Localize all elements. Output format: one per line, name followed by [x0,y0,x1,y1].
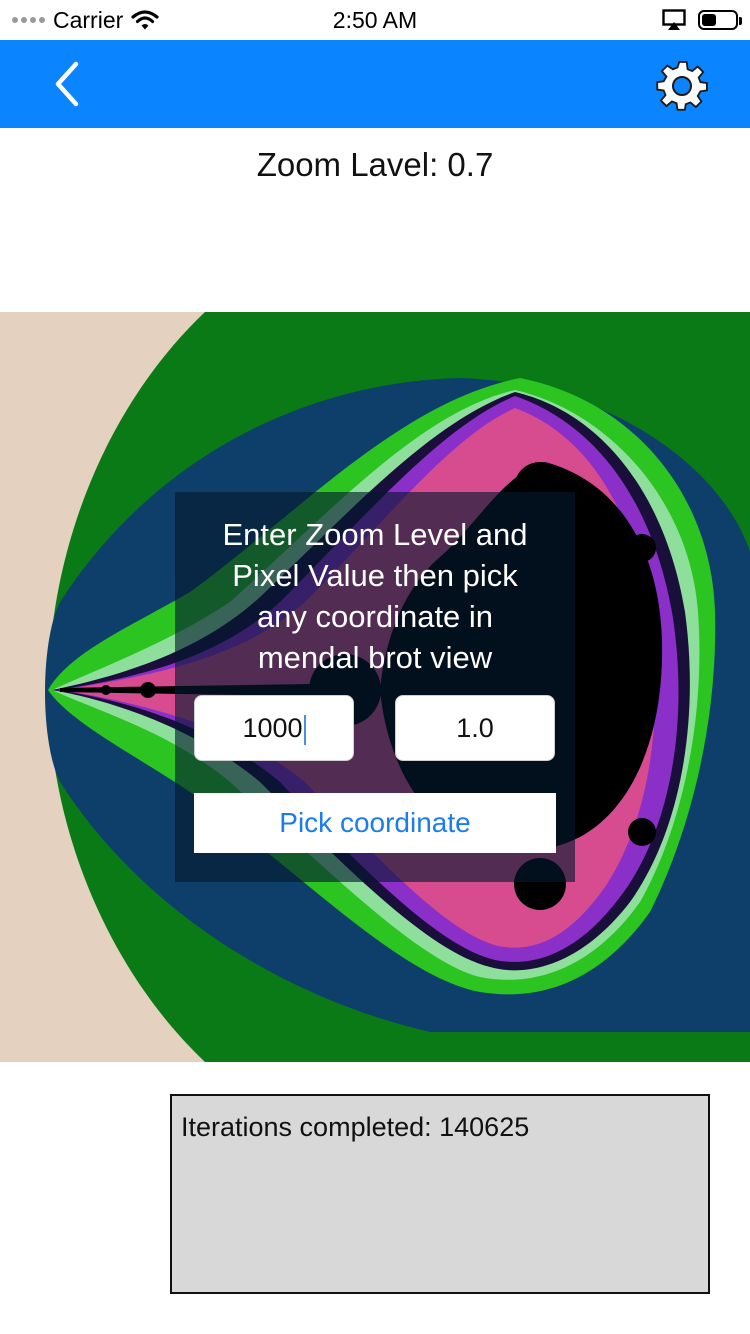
text-caret [303,714,306,745]
input-overlay: Enter Zoom Level and Pixel Value then pi… [175,492,575,882]
pixel-value-input[interactable]: 1.0 [395,695,555,761]
zoom-level-label: Zoom Lavel: 0.7 [256,146,494,183]
status-right [662,6,742,34]
iterations-box: Iterations completed: 140625 [170,1094,710,1294]
settings-button[interactable] [654,58,710,114]
pixel-value-input-value: 1.0 [456,713,494,743]
iterations-text: Iterations completed: 140625 [181,1112,530,1142]
status-time: 2:50 AM [332,7,418,33]
nav-bar [0,40,750,128]
back-button[interactable] [42,58,94,110]
battery-icon [698,10,742,30]
pick-coordinate-button[interactable]: Pick coordinate [194,793,556,853]
status-bar: Carrier 2:50 AM [0,0,750,40]
mandelbrot-view[interactable]: Enter Zoom Level and Pixel Value then pi… [0,312,750,1062]
instructions-text: Enter Zoom Level and Pixel Value then pi… [222,517,528,675]
zoom-level-input[interactable]: 1000 [194,695,354,761]
chevron-left-icon [55,61,79,107]
gear-icon [656,60,708,111]
airplay-icon [662,9,686,30]
zoom-level-input-value: 1000 [242,713,303,743]
